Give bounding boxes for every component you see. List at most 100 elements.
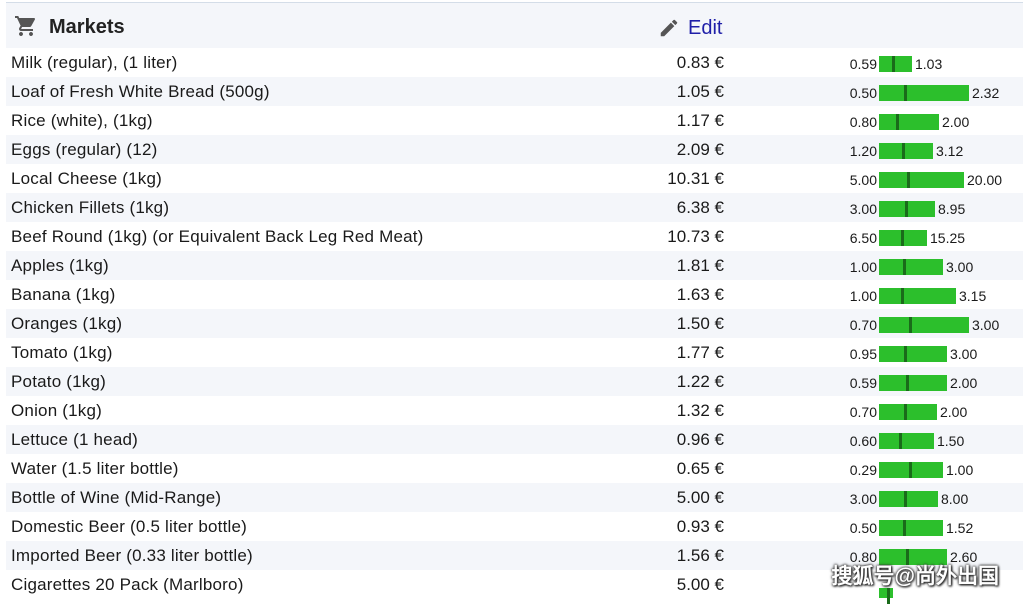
range-max: 1.00	[946, 462, 974, 478]
range-min: 0.60	[849, 433, 877, 449]
range-min: 0.50	[849, 85, 877, 101]
range-max: 8.95	[938, 201, 966, 217]
range-max: 15.25	[930, 230, 966, 246]
range-bar	[879, 433, 934, 449]
table-row: Lettuce (1 head) 0.96 € 0.60 1.50	[6, 425, 1023, 454]
price-marker	[904, 404, 907, 420]
range-min: 0.59	[849, 56, 877, 72]
item-name: Milk (regular), (1 liter)	[11, 53, 178, 72]
edit-link[interactable]: Edit	[658, 15, 722, 41]
range-bar	[879, 375, 947, 391]
item-name: Apples (1kg)	[11, 256, 109, 275]
cart-icon	[15, 16, 36, 36]
item-price: 1.81 €	[676, 256, 724, 275]
range-min: 0.50	[849, 520, 877, 536]
price-marker	[909, 317, 912, 333]
table-row: Bottle of Wine (Mid-Range) 5.00 € 3.00 8.00	[6, 483, 1023, 512]
section-title: Markets	[49, 16, 125, 38]
range-max: 2.00	[950, 375, 978, 391]
range-min: 0.29	[849, 462, 877, 478]
item-name: Domestic Beer (0.5 liter bottle)	[11, 517, 247, 536]
table-row: Chicken Fillets (1kg) 6.38 € 3.00 8.95	[6, 193, 1023, 222]
table-row: Oranges (1kg) 1.50 € 0.70 3.00	[6, 309, 1023, 338]
range-bar	[879, 288, 956, 304]
table-row: Water (1.5 liter bottle) 0.65 € 0.29 1.00	[6, 454, 1023, 483]
range-max: 1.03	[915, 56, 943, 72]
table-row: Onion (1kg) 1.32 € 0.70 2.00	[6, 396, 1023, 425]
item-name: Banana (1kg)	[11, 285, 116, 304]
table-row: Potato (1kg) 1.22 € 0.59 2.00	[6, 367, 1023, 396]
range-max: 2.00	[940, 404, 968, 420]
price-marker	[899, 433, 902, 449]
range-bar	[879, 491, 938, 507]
range-max: 3.00	[972, 317, 1000, 333]
price-marker	[904, 346, 907, 362]
item-price: 6.38 €	[676, 198, 724, 217]
item-price: 1.77 €	[676, 343, 724, 362]
item-name: Eggs (regular) (12)	[11, 140, 158, 159]
range-bar	[879, 317, 969, 333]
table-row: Apples (1kg) 1.81 € 1.00 3.00	[6, 251, 1023, 280]
table-row: Beef Round (1kg) (or Equivalent Back Leg…	[6, 222, 1023, 251]
range-min: 5.00	[849, 172, 877, 188]
range-max: 3.12	[936, 143, 964, 159]
price-marker	[907, 172, 910, 188]
range-max: 3.00	[946, 259, 974, 275]
range-bar	[879, 85, 969, 101]
item-price: 1.32 €	[676, 401, 724, 420]
edit-label[interactable]: Edit	[688, 17, 722, 40]
range-bar	[879, 404, 937, 420]
item-name: Beef Round (1kg) (or Equivalent Back Leg…	[11, 227, 424, 246]
item-price: 1.17 €	[676, 111, 724, 130]
item-price: 5.00 €	[676, 488, 724, 507]
item-name: Cigarettes 20 Pack (Marlboro)	[11, 575, 244, 594]
item-price: 1.22 €	[676, 372, 724, 391]
item-name: Chicken Fillets (1kg)	[11, 198, 170, 217]
price-marker	[904, 491, 907, 507]
range-bar	[879, 143, 933, 159]
price-marker	[901, 288, 904, 304]
range-max: 3.15	[959, 288, 987, 304]
price-marker	[906, 375, 909, 391]
price-rows: Milk (regular), (1 liter) 0.83 € 0.59 1.03 L…	[6, 48, 1023, 604]
item-price: 10.73 €	[667, 227, 724, 246]
price-marker	[896, 114, 899, 130]
range-bar	[879, 201, 935, 217]
range-max: 8.00	[941, 491, 969, 507]
watermark: 搜狐号@尚外出国	[831, 565, 999, 588]
table-row: Eggs (regular) (12) 2.09 € 1.20 3.12	[6, 135, 1023, 164]
range-min: 0.70	[849, 317, 877, 333]
item-name: Local Cheese (1kg)	[11, 169, 163, 188]
table-row: Local Cheese (1kg) 10.31 € 5.00 20.00	[6, 164, 1023, 193]
range-bar	[879, 346, 947, 362]
item-name: Onion (1kg)	[11, 401, 103, 420]
range-bar	[879, 520, 943, 536]
range-min: 3.00	[849, 201, 877, 217]
item-name: Imported Beer (0.33 liter bottle)	[11, 546, 253, 565]
range-bar	[879, 230, 927, 246]
table-row: Banana (1kg) 1.63 € 1.00 3.15	[6, 280, 1023, 309]
range-bar	[879, 259, 943, 275]
table-row: Domestic Beer (0.5 liter bottle) 0.93 € 0.…	[6, 512, 1023, 541]
price-marker	[905, 201, 908, 217]
pencil-icon	[660, 19, 678, 37]
range-max: 2.32	[972, 85, 1000, 101]
range-bar	[879, 56, 912, 72]
range-max: 3.00	[950, 346, 978, 362]
range-bar	[879, 114, 939, 130]
item-price: 2.09 €	[676, 140, 724, 159]
item-name: Loaf of Fresh White Bread (500g)	[11, 82, 270, 101]
item-name: Water (1.5 liter bottle)	[11, 459, 179, 478]
range-bar	[879, 172, 964, 188]
range-min: 0.95	[849, 346, 877, 362]
item-name: Lettuce (1 head)	[11, 430, 139, 449]
price-marker	[892, 56, 895, 72]
item-price: 1.50 €	[676, 314, 724, 333]
item-price: 5.00 €	[676, 575, 724, 594]
range-min: 1.00	[849, 288, 877, 304]
item-name: Bottle of Wine (Mid-Range)	[11, 488, 222, 507]
item-name: Potato (1kg)	[11, 372, 107, 391]
price-marker	[909, 462, 912, 478]
item-name: Rice (white), (1kg)	[11, 111, 153, 130]
item-price: 0.65 €	[676, 459, 724, 478]
